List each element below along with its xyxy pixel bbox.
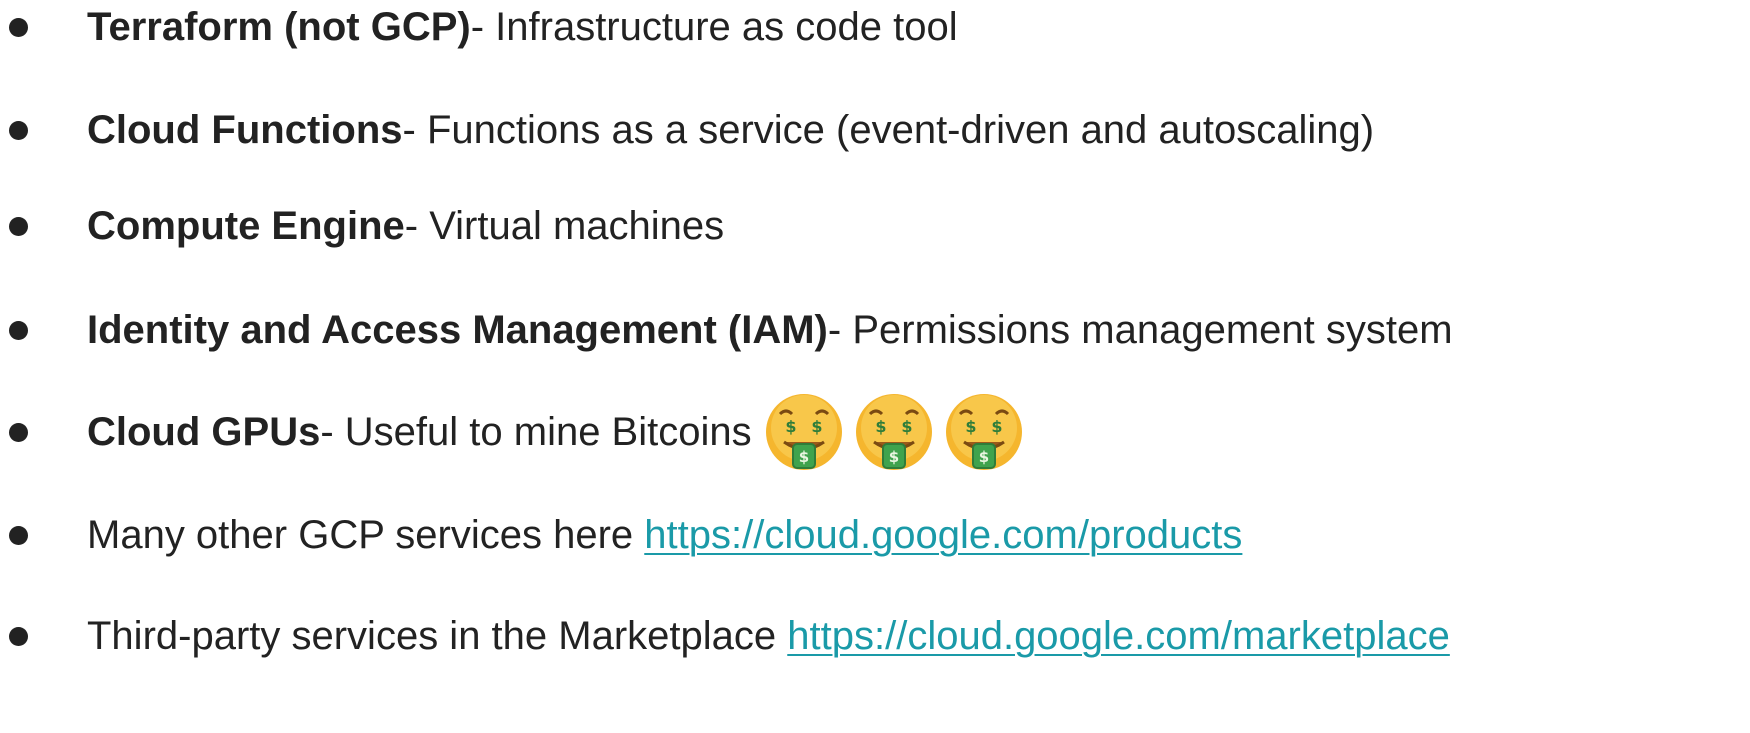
svg-text:$: $	[978, 448, 988, 466]
item-title: Cloud Functions	[87, 107, 403, 152]
marketplace-link[interactable]: https://cloud.google.com/marketplace	[787, 614, 1450, 659]
item-title: Cloud GPUs	[87, 409, 321, 454]
svg-text:$: $	[901, 417, 912, 436]
svg-text:$: $	[798, 448, 808, 466]
money-mouth-face-icon: $ $ $	[765, 394, 842, 470]
item-description: - Functions as a service (event-driven a…	[402, 107, 1375, 152]
products-link[interactable]: https://cloud.google.com/products	[644, 513, 1242, 558]
svg-text:$: $	[785, 417, 796, 436]
item-title: Identity and Access Management (IAM)	[87, 307, 828, 352]
bullet-icon	[9, 320, 28, 340]
item-text: Many other GCP services here	[87, 512, 645, 557]
item-description: - Infrastructure as code tool	[470, 4, 958, 49]
item-text: Third-party services in the Marketplace	[87, 613, 788, 658]
money-mouth-face-icon: $ $ $	[855, 394, 932, 470]
item-description: - Virtual machines	[404, 203, 725, 248]
bullet-icon	[9, 120, 28, 140]
bullet-icon	[9, 525, 28, 545]
svg-text:$: $	[875, 417, 886, 436]
bullet-icon	[9, 422, 28, 442]
emoji-row: $ $ $ $ $ $ $ $ $	[762, 390, 1032, 474]
money-mouth-face-icon: $ $ $	[945, 394, 1022, 470]
svg-text:$: $	[965, 417, 976, 436]
item-title: Compute Engine	[87, 203, 405, 248]
bullet-list: Terraform (not GCP) - Infrastructure as …	[0, 0, 1750, 733]
bullet-icon	[9, 626, 28, 646]
bullet-icon	[9, 17, 28, 37]
svg-text:$: $	[888, 448, 898, 466]
bullet-icon	[9, 216, 28, 236]
item-description: - Useful to mine Bitcoins	[320, 409, 752, 454]
svg-text:$: $	[811, 417, 822, 436]
item-title: Terraform (not GCP)	[87, 4, 471, 49]
svg-text:$: $	[991, 417, 1002, 436]
item-description: - Permissions management system	[827, 307, 1453, 352]
